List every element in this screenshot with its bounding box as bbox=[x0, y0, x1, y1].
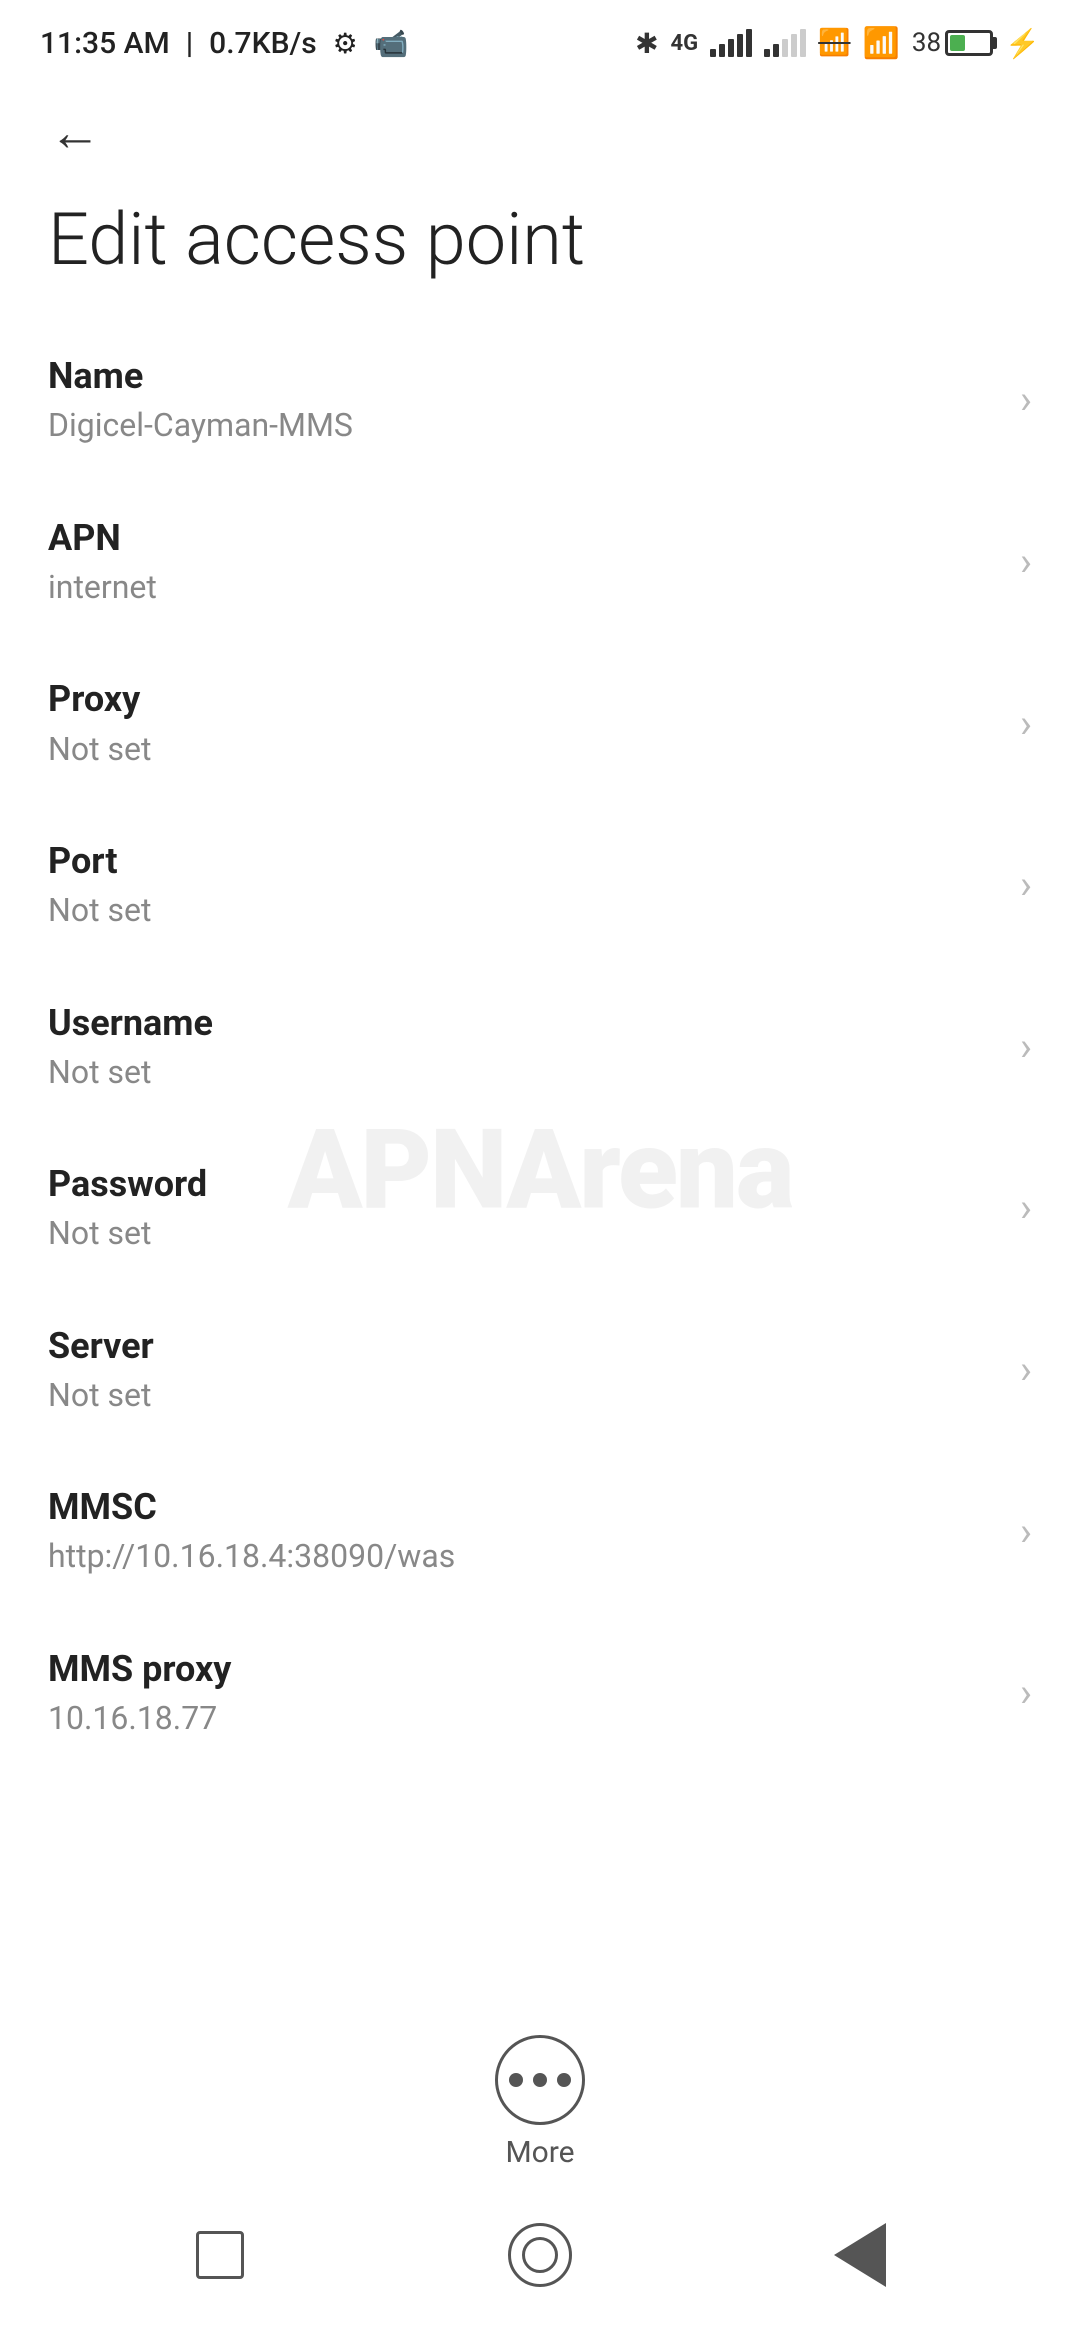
network-type-icon: 4G bbox=[671, 31, 699, 56]
settings-item-label: MMSC bbox=[48, 1486, 996, 1529]
settings-icon: ⚙ bbox=[333, 27, 358, 60]
dot1 bbox=[509, 2073, 523, 2087]
back-button[interactable]: ← bbox=[40, 97, 110, 167]
chevron-right-icon: › bbox=[1020, 376, 1032, 423]
settings-item-label: Username bbox=[48, 1002, 996, 1045]
settings-item-value: Not set bbox=[48, 1214, 996, 1252]
settings-item-label: Port bbox=[48, 840, 996, 883]
settings-item-server[interactable]: Server Not set › bbox=[0, 1289, 1080, 1451]
settings-item-label: Server bbox=[48, 1325, 996, 1368]
more-label: More bbox=[505, 2135, 574, 2170]
bar3 bbox=[728, 39, 734, 57]
chevron-right-icon: › bbox=[1020, 861, 1032, 908]
chevron-right-icon: › bbox=[1020, 1023, 1032, 1070]
settings-item-value: 10.16.18.77 bbox=[48, 1699, 996, 1737]
separator: | bbox=[186, 26, 193, 61]
settings-item-label: Name bbox=[48, 355, 996, 398]
back-icon bbox=[834, 2223, 886, 2287]
bar2 bbox=[719, 44, 725, 57]
settings-item-value: Not set bbox=[48, 1376, 996, 1414]
settings-item-content: Password Not set bbox=[48, 1163, 996, 1253]
settings-item-content: MMSC http://10.16.18.4:38090/was bbox=[48, 1486, 996, 1576]
nav-back-button[interactable] bbox=[825, 2220, 895, 2290]
bar3 bbox=[782, 39, 788, 57]
settings-item-content: APN internet bbox=[48, 517, 996, 607]
network-speed: 0.7KB/s bbox=[209, 26, 316, 61]
chevron-right-icon: › bbox=[1020, 1184, 1032, 1231]
settings-item-port[interactable]: Port Not set › bbox=[0, 804, 1080, 966]
settings-item-value: Not set bbox=[48, 1053, 996, 1091]
bar5 bbox=[800, 29, 806, 57]
battery-indicator: 38 bbox=[912, 28, 993, 58]
dot3 bbox=[557, 2073, 571, 2087]
settings-item-apn[interactable]: APN internet › bbox=[0, 481, 1080, 643]
signal-bars-1 bbox=[710, 29, 752, 57]
chevron-right-icon: › bbox=[1020, 1346, 1032, 1393]
settings-item-mmsc[interactable]: MMSC http://10.16.18.4:38090/was › bbox=[0, 1450, 1080, 1612]
more-dots bbox=[509, 2073, 571, 2087]
status-right: ✱ 4G 📶 📶 38 ⚡ bbox=[635, 26, 1040, 61]
settings-item-username[interactable]: Username Not set › bbox=[0, 966, 1080, 1128]
nav-bar bbox=[0, 2190, 1080, 2340]
settings-item-content: MMS proxy 10.16.18.77 bbox=[48, 1648, 996, 1738]
recents-icon bbox=[196, 2231, 244, 2279]
settings-item-label: MMS proxy bbox=[48, 1648, 996, 1691]
bluetooth-icon: ✱ bbox=[635, 27, 658, 60]
no-signal-icon: 📶 bbox=[818, 28, 850, 58]
status-left: 11:35 AM | 0.7KB/s ⚙ 📹 bbox=[40, 26, 409, 61]
battery-percent: 38 bbox=[912, 28, 941, 58]
bar2 bbox=[773, 44, 779, 57]
settings-item-value: Not set bbox=[48, 891, 996, 929]
settings-item-name[interactable]: Name Digicel-Cayman-MMS › bbox=[0, 319, 1080, 481]
nav-home-button[interactable] bbox=[505, 2220, 575, 2290]
settings-item-value: http://10.16.18.4:38090/was bbox=[48, 1537, 996, 1575]
settings-item-value: Not set bbox=[48, 730, 996, 768]
bottom-bar: More bbox=[0, 2005, 1080, 2340]
battery-fill bbox=[950, 35, 964, 51]
home-icon-inner bbox=[522, 2237, 558, 2273]
settings-item-content: Server Not set bbox=[48, 1325, 996, 1415]
chevron-right-icon: › bbox=[1020, 700, 1032, 747]
page-title-area: Edit access point bbox=[0, 180, 1080, 319]
bar1 bbox=[710, 49, 716, 57]
chevron-right-icon: › bbox=[1020, 1508, 1032, 1555]
charging-icon: ⚡ bbox=[1005, 27, 1040, 60]
settings-item-label: Password bbox=[48, 1163, 996, 1206]
nav-recents-button[interactable] bbox=[185, 2220, 255, 2290]
settings-item-content: Port Not set bbox=[48, 840, 996, 930]
bar4 bbox=[791, 34, 797, 57]
settings-item-value: Digicel-Cayman-MMS bbox=[48, 406, 996, 444]
camera-icon: 📹 bbox=[374, 27, 409, 60]
settings-item-label: APN bbox=[48, 517, 996, 560]
time: 11:35 AM bbox=[40, 26, 170, 61]
more-button-area: More bbox=[0, 2005, 1080, 2190]
page-title: Edit access point bbox=[48, 200, 1032, 279]
status-bar: 11:35 AM | 0.7KB/s ⚙ 📹 ✱ 4G 📶 📶 38 bbox=[0, 0, 1080, 80]
back-arrow-icon: ← bbox=[49, 102, 101, 163]
home-icon bbox=[508, 2223, 572, 2287]
chevron-right-icon: › bbox=[1020, 1669, 1032, 1716]
settings-item-proxy[interactable]: Proxy Not set › bbox=[0, 642, 1080, 804]
more-button[interactable] bbox=[495, 2035, 585, 2125]
chevron-right-icon: › bbox=[1020, 538, 1032, 585]
wifi-icon: 📶 bbox=[863, 26, 900, 61]
settings-item-content: Name Digicel-Cayman-MMS bbox=[48, 355, 996, 445]
bar1 bbox=[764, 49, 770, 57]
bar5 bbox=[746, 29, 752, 57]
toolbar: ← bbox=[0, 80, 1080, 180]
settings-list: Name Digicel-Cayman-MMS › APN internet ›… bbox=[0, 319, 1080, 1773]
settings-item-content: Proxy Not set bbox=[48, 678, 996, 768]
dot2 bbox=[533, 2073, 547, 2087]
signal-bars-2 bbox=[764, 29, 806, 57]
settings-item-value: internet bbox=[48, 568, 996, 606]
settings-item-content: Username Not set bbox=[48, 1002, 996, 1092]
settings-item-password[interactable]: Password Not set › bbox=[0, 1127, 1080, 1289]
settings-item-label: Proxy bbox=[48, 678, 996, 721]
bar4 bbox=[737, 34, 743, 57]
settings-item-mms-proxy[interactable]: MMS proxy 10.16.18.77 › bbox=[0, 1612, 1080, 1774]
battery-box bbox=[945, 30, 993, 56]
